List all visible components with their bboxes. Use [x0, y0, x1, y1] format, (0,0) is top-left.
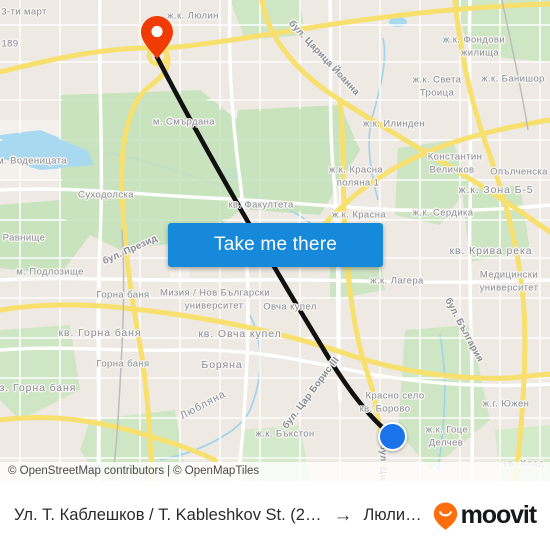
map-attribution: © OpenStreetMap contributors | © OpenMapTi…: [0, 462, 550, 481]
trip-footer-bar: Ул. Т. Каблешков / T. Kableshkov St. (2……: [0, 481, 550, 550]
destination-location-dot-icon[interactable]: [378, 422, 407, 451]
moovit-logo[interactable]: moovit: [432, 501, 537, 531]
attribution-separator: |: [167, 465, 171, 477]
trip-summary[interactable]: Ул. Т. Каблешков / T. Kableshkov St. (2……: [14, 506, 432, 525]
trip-destination-label: Люли…: [363, 506, 422, 524]
moovit-pin-icon: [433, 502, 457, 530]
moovit-wordmark: moovit: [460, 501, 537, 529]
attribution-osm[interactable]: © OpenStreetMap contributors: [8, 465, 164, 477]
trip-origin-label: Ул. Т. Каблешков / T. Kableshkov St. (2…: [14, 506, 322, 524]
moovit-trip-screen: 3-ти март 189 ж.к. Люлин ж.к. Фондови жилища…: [0, 0, 550, 550]
attribution-tiles[interactable]: © OpenMapTiles: [173, 465, 259, 477]
take-me-there-button[interactable]: Take me there: [168, 223, 383, 267]
origin-map-pin-icon[interactable]: [140, 14, 174, 60]
map-canvas[interactable]: 3-ти март 189 ж.к. Люлин ж.к. Фондови жилища…: [0, 0, 550, 481]
arrow-right-icon: →: [333, 505, 353, 526]
